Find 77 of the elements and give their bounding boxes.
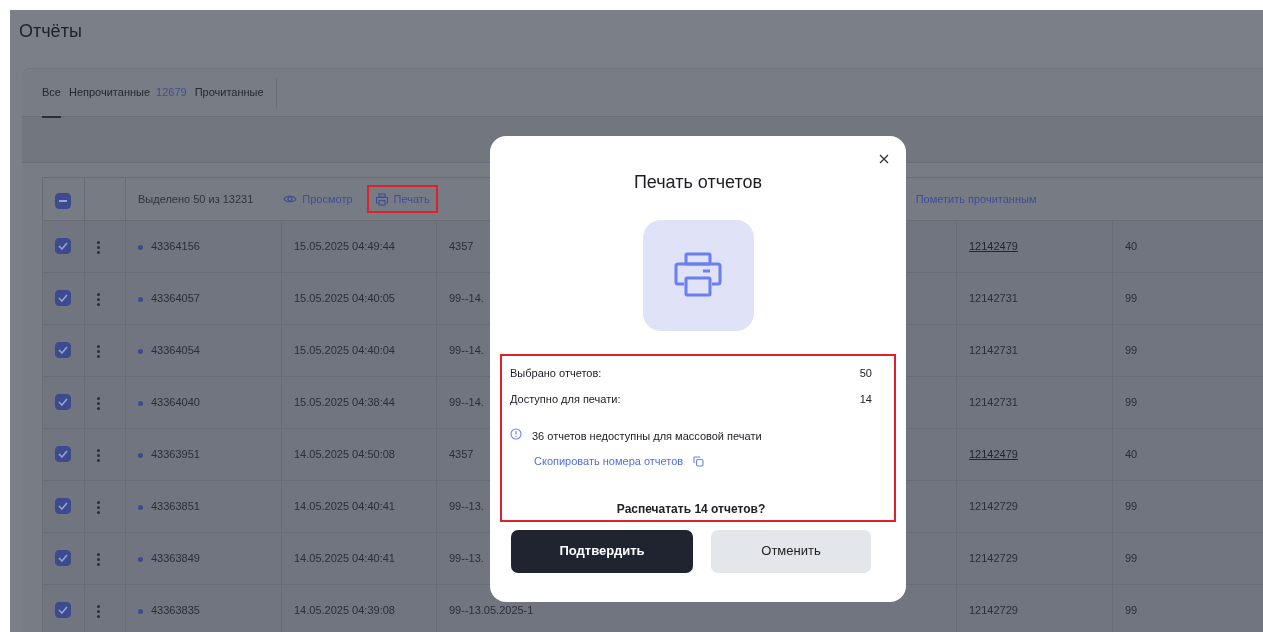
cancel-button[interactable]: Отменить (711, 529, 871, 573)
table-cell: 14.05.2025 04:39:08 (281, 584, 437, 632)
checkbox[interactable] (55, 602, 71, 619)
table-cell: 14.05.2025 04:50:08 (281, 428, 437, 481)
table-cell: 40 (1112, 220, 1263, 273)
more-icon[interactable] (97, 292, 100, 306)
more-icon[interactable] (97, 344, 100, 358)
check-icon (58, 606, 68, 615)
document-link[interactable]: 12142479 (969, 448, 1018, 461)
checkbox[interactable] (55, 550, 71, 567)
table-cell: 12142731 (969, 396, 1018, 409)
printer-icon (642, 219, 754, 331)
dialog-title: Печать отчетов (632, 172, 764, 194)
more-icon[interactable] (97, 448, 100, 462)
checkbox[interactable] (55, 498, 71, 515)
tab[interactable]: Прочитанные (194, 68, 264, 117)
tab[interactable]: Непрочитанные 12679 (68, 68, 187, 117)
eye-icon (283, 194, 298, 204)
report-number: 43364040 (151, 396, 200, 409)
table-cell: 14.05.2025 04:40:41 (281, 480, 437, 533)
report-number: 43363951 (151, 448, 200, 461)
page-title: Отчёты (18, 20, 83, 43)
report-number: 43364156 (151, 240, 200, 253)
table-cell: 15.05.2025 04:40:04 (281, 324, 437, 377)
info-icon (510, 427, 522, 440)
table-cell: 99 (1112, 324, 1263, 377)
report-number: 43364057 (151, 292, 200, 305)
table-cell: 99 (1112, 480, 1263, 533)
checkbox[interactable] (55, 290, 71, 307)
check-icon (58, 554, 68, 563)
table-cell: 12142731 (969, 344, 1018, 357)
more-icon[interactable] (97, 396, 100, 410)
checkbox[interactable] (55, 342, 71, 359)
table-cell: 12142731 (969, 292, 1018, 305)
tab[interactable]: Все (42, 68, 61, 117)
check-icon (58, 346, 68, 355)
table-cell: 99 (1112, 376, 1263, 429)
checkbox[interactable] (55, 446, 71, 463)
more-icon[interactable] (97, 604, 100, 618)
copy-icon (693, 455, 705, 467)
checkbox[interactable] (55, 192, 71, 209)
notice-text: 36 отчетов недоступны для массовой печати (532, 428, 762, 444)
stat-value: 14 (859, 392, 872, 408)
table-cell: 15.05.2025 04:40:05 (281, 272, 437, 325)
check-icon (58, 294, 68, 303)
document-link[interactable]: 12142479 (969, 240, 1018, 253)
report-number: 43363849 (151, 552, 200, 565)
confirm-question: Распечатать 14 отчетов? (615, 500, 767, 518)
table-cell: 12142729 (969, 500, 1018, 513)
table-cell: 12142729 (969, 604, 1018, 617)
copy-link[interactable]: Скопировать номера отчетов (534, 453, 705, 470)
table-cell: 99 (1112, 532, 1263, 585)
table-cell: 40 (1112, 428, 1263, 481)
table-cell: 12142729 (969, 552, 1018, 565)
more-icon[interactable] (97, 240, 100, 254)
confirm-button[interactable]: Подтвердить (511, 529, 693, 573)
table-cell: 99 (1112, 584, 1263, 632)
check-icon (58, 242, 68, 251)
report-number: 43363851 (151, 500, 200, 513)
report-number: 43364054 (151, 344, 200, 357)
table-cell: 15.05.2025 04:49:44 (281, 220, 437, 273)
more-icon[interactable] (97, 500, 100, 514)
table-cell: 15.05.2025 04:38:44 (281, 376, 437, 429)
check-icon (58, 398, 68, 407)
more-icon[interactable] (97, 552, 100, 566)
printer-icon (374, 192, 389, 206)
checkbox[interactable] (55, 394, 71, 411)
minus-icon (59, 199, 67, 202)
table-cell: 99 (1112, 272, 1263, 325)
table-cell: 14.05.2025 04:40:41 (281, 532, 437, 585)
check-icon (58, 450, 68, 459)
selection-count: Выделено 50 из 13231 (138, 191, 254, 207)
check-icon (58, 502, 68, 511)
report-number: 43363835 (151, 604, 200, 617)
checkbox[interactable] (55, 238, 71, 255)
close-icon[interactable] (879, 154, 889, 164)
stat-label: Доступно для печати: (510, 392, 621, 408)
